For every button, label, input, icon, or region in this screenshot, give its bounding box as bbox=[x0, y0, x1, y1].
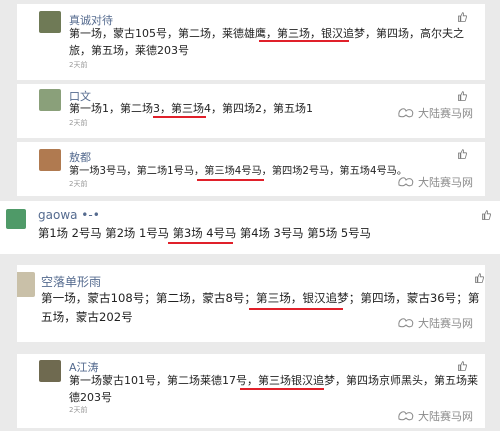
avatar[interactable] bbox=[39, 360, 61, 382]
comment-text: 第一场3号马，第二场1号马，第三场4号马，第四场2号马，第五场4号马。 bbox=[69, 166, 408, 177]
comment-card: 真诚对待 第一场，蒙古105号，第二场，莱德雄鹰，第三场，银汉追梦，第四场，高尔… bbox=[17, 4, 485, 80]
comment-time: 2天前 bbox=[69, 61, 88, 69]
comment-card: gaowa •-• 第1场 2号马 第2场 1号马 第3场 4号马 第4场 3号… bbox=[0, 201, 500, 254]
hoof-logo-icon bbox=[398, 177, 414, 187]
hoof-logo-icon bbox=[398, 108, 414, 118]
highlight-underline bbox=[197, 179, 264, 181]
highlight-underline bbox=[249, 308, 343, 310]
thumbs-up-icon[interactable] bbox=[475, 273, 484, 283]
avatar[interactable] bbox=[39, 89, 61, 111]
watermark-text: 大陆赛马网 bbox=[418, 107, 473, 120]
thumbs-up-icon[interactable] bbox=[458, 12, 467, 22]
comment-author[interactable]: 空落单形雨 bbox=[41, 273, 101, 290]
comment-author[interactable]: gaowa •-• bbox=[38, 208, 100, 222]
site-watermark: 大陆赛马网 bbox=[397, 174, 473, 190]
watermark-text: 大陆赛马网 bbox=[418, 317, 473, 330]
site-watermark: 大陆赛马网 bbox=[397, 408, 473, 424]
highlight-underline bbox=[168, 242, 233, 244]
thumbs-up-icon[interactable] bbox=[482, 210, 491, 220]
watermark-text: 大陆赛马网 bbox=[418, 176, 473, 189]
site-watermark: 大陆赛马网 bbox=[397, 105, 473, 121]
comment-card: 口文 第一场1，第二场3，第三场4，第四场2，第五场1 2天前 大陆赛马网 bbox=[17, 84, 485, 138]
comment-card: 敖都 第一场3号马，第二场1号马，第三场4号马，第四场2号马，第五场4号马。 2… bbox=[17, 142, 485, 196]
comment-text: 第1场 2号马 第2场 1号马 第3场 4号马 第4场 3号马 第5场 5号马 bbox=[38, 226, 371, 240]
watermark-text: 大陆赛马网 bbox=[418, 410, 473, 423]
thumbs-up-icon[interactable] bbox=[458, 149, 467, 159]
avatar[interactable] bbox=[6, 209, 26, 229]
thumbs-up-icon[interactable] bbox=[458, 91, 467, 101]
comment-text: 第一场1，第二场3，第三场4，第四场2，第五场1 bbox=[69, 102, 313, 115]
highlight-underline bbox=[259, 40, 349, 42]
highlight-underline bbox=[240, 388, 324, 390]
comment-card: 空落单形雨 第一场，蒙古108号；第二场，蒙古8号；第三场，银汉追梦；第四场，蒙… bbox=[17, 265, 485, 342]
comment-time: 2天前 bbox=[69, 119, 88, 127]
avatar[interactable] bbox=[39, 11, 61, 33]
avatar[interactable] bbox=[39, 149, 61, 171]
comment-time: 2天前 bbox=[69, 406, 88, 414]
thumbs-up-icon[interactable] bbox=[458, 361, 467, 371]
highlight-underline bbox=[153, 116, 206, 118]
comment-card: A江涛 第一场蒙古101号，第二场莱德17号，第三场银汉追梦，第四场京师黑头，第… bbox=[17, 354, 485, 428]
hoof-logo-icon bbox=[398, 318, 414, 328]
site-watermark: 大陆赛马网 bbox=[397, 315, 473, 331]
comment-text: 第一场，蒙古105号，第二场，莱德雄鹰，第三场，银汉追梦，第四场，高尔夫之旅，第… bbox=[69, 27, 464, 57]
avatar[interactable] bbox=[17, 272, 35, 297]
hoof-logo-icon bbox=[398, 411, 414, 421]
comment-time: 2天前 bbox=[69, 180, 88, 188]
